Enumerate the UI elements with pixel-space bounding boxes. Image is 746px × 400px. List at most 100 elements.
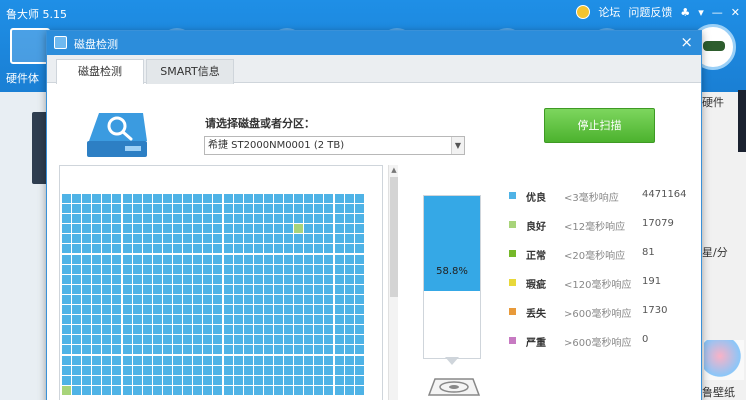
main-app-title: 鲁大师 5.15	[6, 8, 67, 21]
scan-block	[72, 204, 82, 214]
scan-block	[243, 234, 253, 244]
scan-block	[273, 274, 283, 284]
scan-block	[183, 234, 193, 244]
scan-block	[294, 365, 304, 375]
scan-block	[183, 385, 193, 395]
scan-block	[72, 214, 82, 224]
scan-block	[142, 274, 152, 284]
scan-block	[102, 345, 112, 355]
minimize-icon[interactable]: —	[712, 6, 723, 19]
scan-block	[294, 385, 304, 395]
scan-block	[263, 214, 273, 224]
scan-block	[92, 365, 102, 375]
menu-icon[interactable]: ▾	[698, 6, 704, 19]
scroll-up-icon[interactable]: ▲	[389, 165, 399, 175]
scan-block	[344, 214, 354, 224]
scan-block	[132, 284, 142, 294]
scan-block	[152, 375, 162, 385]
scan-block	[304, 244, 314, 254]
scan-block	[314, 305, 324, 315]
scan-block	[334, 294, 344, 304]
scan-block	[273, 315, 283, 325]
scan-block	[162, 284, 172, 294]
dialog-close-button[interactable]: ×	[680, 33, 693, 51]
tab-smart-info[interactable]: SMART信息	[146, 59, 234, 84]
scan-block	[314, 315, 324, 325]
scan-block	[152, 194, 162, 203]
scan-block	[132, 385, 142, 395]
scan-block	[102, 294, 112, 304]
scan-block	[82, 244, 92, 254]
scan-block	[284, 254, 294, 264]
scan-block	[213, 234, 223, 244]
nav-item-hardware[interactable]: 硬件体	[6, 70, 39, 86]
chevron-down-icon[interactable]: ▼	[451, 137, 464, 154]
scan-block	[132, 274, 142, 284]
scan-block	[344, 325, 354, 335]
scan-block	[334, 335, 344, 345]
scan-block	[213, 355, 223, 365]
feedback-link[interactable]: 问题反馈	[628, 4, 672, 20]
scan-block	[314, 325, 324, 335]
scan-block	[253, 345, 263, 355]
skin-icon[interactable]: ♣	[680, 6, 690, 19]
scan-block	[193, 385, 203, 395]
stop-scan-button[interactable]: 停止扫描	[544, 108, 655, 143]
scan-progress-fill	[424, 196, 480, 291]
legend-description: <20毫秒响应	[564, 251, 626, 262]
scan-block	[173, 244, 183, 254]
scan-block	[213, 284, 223, 294]
scan-block	[324, 254, 334, 264]
scan-block	[92, 335, 102, 345]
scan-block	[284, 194, 294, 203]
scan-block	[223, 254, 233, 264]
scan-block	[213, 385, 223, 395]
scan-block	[183, 214, 193, 224]
scan-block	[102, 315, 112, 325]
scan-block	[253, 194, 263, 203]
scan-block	[243, 254, 253, 264]
coin-icon[interactable]	[576, 5, 591, 19]
scan-block	[304, 194, 314, 203]
scan-block	[223, 284, 233, 294]
scan-block	[314, 345, 324, 355]
scan-block	[152, 315, 162, 325]
scan-block	[253, 254, 263, 264]
disk-select-dropdown[interactable]: 希捷 ST2000NM0001 (2 TB) ▼	[204, 136, 465, 155]
scan-block	[233, 214, 243, 224]
dialog-titlebar[interactable]: 磁盘检测 ×	[47, 31, 701, 55]
scan-block	[183, 325, 193, 335]
hard-disk-search-icon	[87, 113, 147, 157]
forum-link[interactable]: 论坛	[598, 4, 620, 20]
scan-block	[142, 264, 152, 274]
scan-block	[304, 345, 314, 355]
scan-block	[62, 244, 71, 254]
scan-block	[233, 335, 243, 345]
close-icon[interactable]: ✕	[731, 6, 740, 19]
grid-scrollbar[interactable]: ▲	[388, 165, 398, 400]
wallpaper-thumbnail[interactable]	[704, 340, 744, 380]
scan-block	[273, 335, 283, 345]
scan-block	[314, 355, 324, 365]
tab-disk-check[interactable]: 磁盘检测	[56, 59, 144, 84]
scan-block	[112, 294, 122, 304]
scan-block	[203, 315, 213, 325]
scan-block	[92, 375, 102, 385]
scan-block	[152, 345, 162, 355]
scan-block	[102, 204, 112, 214]
scan-block	[263, 234, 273, 244]
scan-block	[284, 214, 294, 224]
scan-block	[314, 284, 324, 294]
scroll-thumb[interactable]	[390, 177, 398, 297]
main-right-text[interactable]: 鲁壁纸	[702, 384, 735, 400]
scan-block	[183, 355, 193, 365]
scan-block	[183, 244, 193, 254]
scan-block	[112, 284, 122, 294]
scan-block	[354, 325, 364, 335]
hardware-monitor-icon[interactable]	[10, 28, 50, 64]
scan-block	[203, 294, 213, 304]
scan-block	[273, 234, 283, 244]
scan-block	[263, 305, 273, 315]
scan-block	[223, 355, 233, 365]
scan-block	[354, 375, 364, 385]
